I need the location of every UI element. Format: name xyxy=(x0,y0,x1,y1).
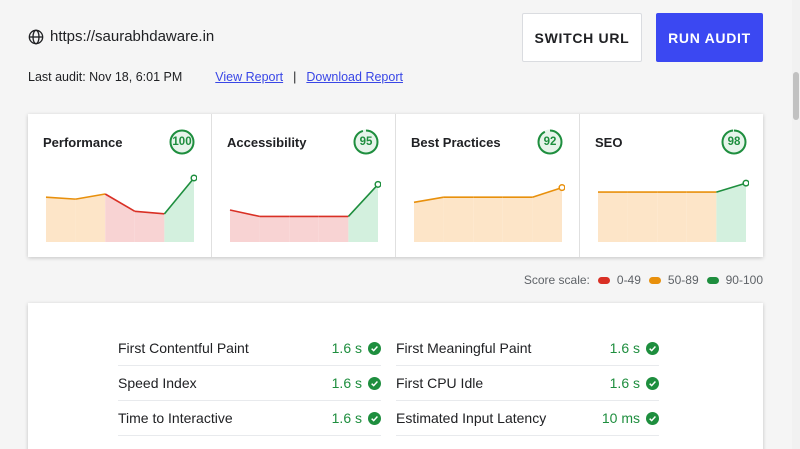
average-dot-icon xyxy=(648,276,661,284)
metric-value: 1.6 s xyxy=(610,375,659,391)
metrics-column-right: First Meaningful Paint 1.6 s First CPU I… xyxy=(396,331,659,436)
metric-row: First Contentful Paint 1.6 s xyxy=(118,331,381,366)
card-best-practices[interactable]: Best Practices 92 xyxy=(396,114,580,257)
link-separator: | xyxy=(293,70,297,84)
card-seo[interactable]: SEO 98 xyxy=(580,114,763,257)
site-url-row: https://saurabhdaware.in xyxy=(28,28,214,45)
scrollbar-thumb[interactable] xyxy=(793,72,799,120)
history-area-segment xyxy=(598,192,628,242)
metric-value-text: 1.6 s xyxy=(331,340,362,356)
history-area-segment xyxy=(502,197,533,242)
download-report-link[interactable]: Download Report xyxy=(306,70,403,84)
view-report-link[interactable]: View Report xyxy=(215,70,283,84)
score-history-chart xyxy=(229,180,381,242)
card-accessibility[interactable]: Accessibility 95 xyxy=(212,114,396,257)
metric-row: First Meaningful Paint 1.6 s xyxy=(396,331,659,366)
good-dot-icon xyxy=(706,276,719,284)
history-area-segment xyxy=(46,197,76,242)
poor-dot-icon xyxy=(597,276,610,284)
card-title: Accessibility xyxy=(227,135,307,150)
metric-value-text: 10 ms xyxy=(601,410,640,426)
history-area-segment xyxy=(105,194,135,242)
score-cards: Performance 100 Accessibility 95 Best Pr… xyxy=(28,114,763,257)
score-history-chart xyxy=(45,174,197,242)
metric-label: First Meaningful Paint xyxy=(396,340,532,356)
run-audit-button[interactable]: RUN AUDIT xyxy=(656,13,763,62)
check-circle-icon xyxy=(368,341,381,355)
metrics-panel: First Contentful Paint 1.6 s Speed Index… xyxy=(28,303,763,449)
metric-value: 10 ms xyxy=(602,410,659,426)
metric-value: 1.6 s xyxy=(332,375,381,391)
history-area-segment xyxy=(164,178,194,242)
metric-value: 1.6 s xyxy=(610,340,659,356)
metric-label: Speed Index xyxy=(118,375,197,391)
history-latest-point xyxy=(374,180,381,188)
card-score: 92 xyxy=(543,136,557,148)
metric-value-text: 1.6 s xyxy=(331,375,362,391)
globe-icon xyxy=(28,29,44,44)
score-history-chart xyxy=(413,184,565,242)
scale-good: 90-100 xyxy=(725,273,763,287)
history-latest-point xyxy=(742,179,749,187)
metric-value-text: 1.6 s xyxy=(609,340,640,356)
metric-label: Time to Interactive xyxy=(118,410,233,426)
metric-row: Speed Index 1.6 s xyxy=(118,366,381,401)
history-area-segment xyxy=(716,183,746,242)
card-title: Best Practices xyxy=(411,135,501,150)
site-url: https://saurabhdaware.in xyxy=(50,28,215,45)
history-area-segment xyxy=(657,192,687,242)
card-title: SEO xyxy=(595,135,623,150)
history-area-segment xyxy=(289,216,319,242)
card-score: 95 xyxy=(359,136,373,148)
check-circle-icon xyxy=(368,411,381,425)
metric-value: 1.6 s xyxy=(332,410,381,426)
history-latest-point xyxy=(558,184,565,192)
history-area-segment xyxy=(348,184,378,242)
scale-average: 50-89 xyxy=(667,273,699,287)
metric-value-text: 1.6 s xyxy=(609,375,640,391)
card-performance[interactable]: Performance 100 xyxy=(28,114,212,257)
check-circle-icon xyxy=(646,411,659,425)
history-area-segment xyxy=(473,197,503,242)
metrics-column-left: First Contentful Paint 1.6 s Speed Index… xyxy=(118,331,381,436)
history-area-segment xyxy=(259,216,290,242)
metric-row: Time to Interactive 1.6 s xyxy=(118,401,381,436)
metric-row: First CPU Idle 1.6 s xyxy=(396,366,659,401)
score-history-chart xyxy=(598,179,749,242)
history-area-segment xyxy=(134,211,165,242)
metric-value: 1.6 s xyxy=(332,340,381,356)
metric-value-text: 1.6 s xyxy=(331,410,362,426)
history-latest-point xyxy=(190,174,197,182)
history-area-segment xyxy=(443,197,474,242)
audit-info: Last audit: Nov 18, 6:01 PM View Report … xyxy=(28,70,403,84)
scale-poor: 0-49 xyxy=(616,273,641,287)
check-circle-icon xyxy=(646,341,659,355)
page-scrollbar[interactable] xyxy=(792,0,800,449)
metric-row: Estimated Input Latency 10 ms xyxy=(396,401,659,436)
history-area-segment xyxy=(414,197,444,242)
scale-label: Score scale: xyxy=(523,273,590,287)
card-score: 98 xyxy=(727,136,741,148)
metric-label: First CPU Idle xyxy=(396,375,484,391)
history-area-segment xyxy=(686,192,717,242)
last-audit-text: Last audit: Nov 18, 6:01 PM xyxy=(28,70,183,84)
metric-label: Estimated Input Latency xyxy=(396,410,547,426)
card-score: 100 xyxy=(172,136,192,148)
switch-url-button[interactable]: SWITCH URL xyxy=(522,13,642,62)
check-circle-icon xyxy=(368,376,381,390)
history-area-segment xyxy=(627,192,658,242)
check-circle-icon xyxy=(646,376,659,390)
history-area-segment xyxy=(318,216,349,242)
metric-label: First Contentful Paint xyxy=(118,340,249,356)
history-area-segment xyxy=(75,194,106,242)
score-scale-legend: Score scale: 0-49 50-89 90-100 xyxy=(524,273,763,287)
card-title: Performance xyxy=(43,135,123,150)
